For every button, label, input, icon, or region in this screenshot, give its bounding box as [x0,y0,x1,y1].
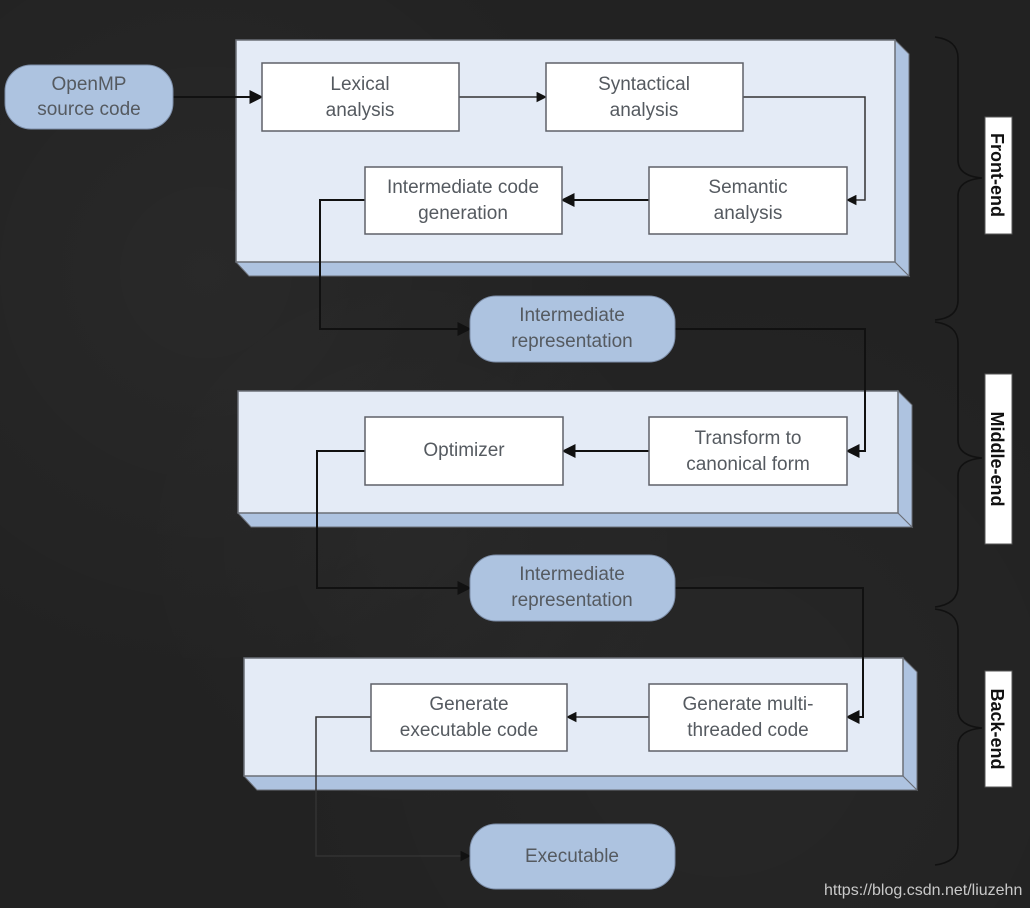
syntactical-line1: Syntactical [598,74,690,95]
brace-back-end [934,608,983,866]
front-end-text: Front-end [987,133,1007,217]
gencode-line2: executable code [400,720,538,741]
step-generate-executable: Generate executable code [370,683,568,752]
step-transform-canonical: Transform to canonical form [648,416,848,486]
brace-middle-end [934,321,983,608]
step-syntactical-analysis: Syntactical analysis [545,62,744,132]
back-end-text: Back-end [987,688,1007,769]
source-line2: source code [37,99,141,120]
terminal-executable: Executable [469,823,676,890]
semantic-line2: analysis [714,203,783,224]
terminal-ir-1: Intermediate representation [469,295,676,363]
ir2-line1: Intermediate [519,564,625,585]
compiler-pipeline-diagram: OpenMP source code Intermediate represen… [4,36,1022,899]
step-intermediate-code-generation: Intermediate code generation [364,166,563,235]
lexical-line2: analysis [326,100,395,121]
stage-braces [934,36,983,866]
multithreaded-line2: threaded code [687,720,809,741]
lexical-line1: Lexical [330,74,389,95]
multithreaded-line1: Generate multi- [683,694,814,715]
semantic-line1: Semantic [708,177,787,198]
source-line1: OpenMP [52,74,127,95]
terminal-ir-2: Intermediate representation [469,554,676,622]
stage-label-back-end: Back-end [984,670,1013,788]
transform-line2: canonical form [686,454,810,475]
terminal-openmp-source: OpenMP source code [4,64,174,130]
middle-end-text: Middle-end [987,412,1007,507]
codegen-line1: Intermediate code [387,177,539,198]
stage-label-front-end: Front-end [984,116,1013,235]
step-lexical-analysis: Lexical analysis [261,62,460,132]
step-generate-multithreaded: Generate multi- threaded code [648,683,848,752]
watermark: https://blog.csdn.net/liuzehn [824,882,1022,899]
optimizer-label: Optimizer [423,440,505,461]
syntactical-line2: analysis [610,100,679,121]
gencode-line1: Generate [429,694,508,715]
ir2-line2: representation [511,590,632,611]
step-semantic-analysis: Semantic analysis [648,166,848,235]
executable-label: Executable [525,846,619,867]
step-optimizer: Optimizer [364,416,564,486]
transform-line1: Transform to [695,428,802,449]
ir1-line2: representation [511,331,632,352]
brace-front-end [934,36,983,321]
stage-label-middle-end: Middle-end [984,373,1013,545]
codegen-line2: generation [418,203,508,224]
ir1-line1: Intermediate [519,305,625,326]
